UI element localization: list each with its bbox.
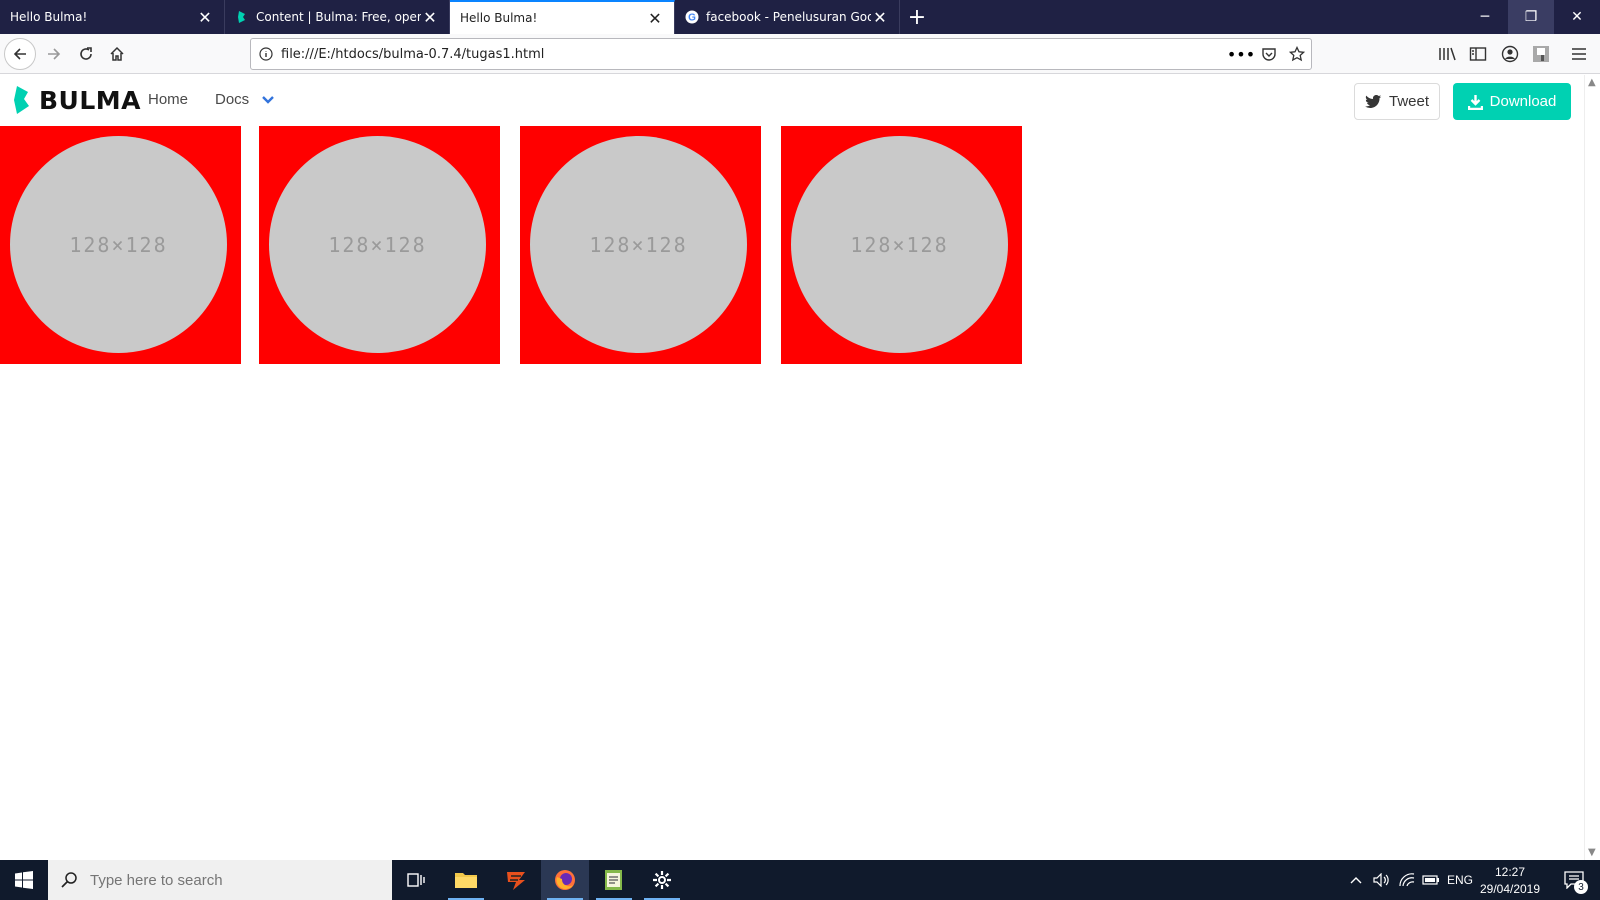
taskbar-search[interactable] xyxy=(48,860,392,900)
taskbar-firefox[interactable] xyxy=(541,860,589,900)
task-view-icon xyxy=(407,873,425,887)
tweet-button[interactable]: Tweet xyxy=(1354,83,1440,120)
close-tab-icon[interactable]: ✕ xyxy=(871,8,889,27)
chevron-up-icon xyxy=(1350,877,1362,884)
windows-logo-icon xyxy=(15,871,33,889)
brand-logo[interactable]: BULMA xyxy=(11,85,141,115)
bulma-logo-icon xyxy=(14,86,29,114)
nav-docs-dropdown[interactable]: Docs xyxy=(215,91,275,108)
tab-title: Hello Bulma! xyxy=(10,10,88,24)
image-tile: 128×128 xyxy=(259,126,500,364)
image-tile: 128×128 xyxy=(0,126,241,364)
start-button[interactable] xyxy=(0,860,48,900)
download-button[interactable]: Download xyxy=(1453,83,1571,120)
home-button[interactable] xyxy=(101,38,133,70)
close-window-icon[interactable]: ✕ xyxy=(1554,0,1600,34)
svg-text:G: G xyxy=(688,13,696,24)
reload-icon xyxy=(80,47,92,60)
scroll-down-icon[interactable]: ▼ xyxy=(1588,847,1596,858)
vertical-scrollbar[interactable]: ▲ ▼ xyxy=(1584,75,1600,860)
app-logo-icon xyxy=(507,872,525,890)
reload-button[interactable] xyxy=(70,38,102,70)
restore-icon[interactable]: ❐ xyxy=(1508,0,1554,34)
minimize-icon[interactable]: ─ xyxy=(1462,0,1508,34)
taskbar-app[interactable] xyxy=(492,860,540,900)
new-tab-button[interactable]: + xyxy=(900,0,934,34)
arrow-right-icon xyxy=(48,48,61,60)
bookmark-star-icon[interactable] xyxy=(1283,46,1311,62)
pocket-icon[interactable] xyxy=(1255,46,1283,62)
home-icon xyxy=(110,46,124,61)
taskbar-clock[interactable]: 12:27 29/04/2019 xyxy=(1470,864,1550,898)
browser-tab-active[interactable]: Hello Bulma! ✕ xyxy=(450,0,675,34)
extension-icon[interactable] xyxy=(1530,43,1552,65)
folder-icon xyxy=(455,873,477,888)
nav-docs-label: Docs xyxy=(215,91,250,108)
search-icon xyxy=(61,872,77,888)
wifi-icon[interactable] xyxy=(1395,860,1419,900)
windows-taskbar: ENG 12:27 29/04/2019 3 xyxy=(0,860,1600,900)
browser-tab-strip: Hello Bulma! ✕ Content | Bulma: Free, op… xyxy=(0,0,1600,34)
brand-text: BULMA xyxy=(39,85,142,115)
browser-tab[interactable]: G facebook - Penelusuran Google ✕ xyxy=(675,0,900,34)
placeholder-image: 128×128 xyxy=(791,136,1008,353)
image-tile: 128×128 xyxy=(520,126,761,364)
address-bar[interactable]: ••• xyxy=(250,38,1312,70)
library-icon[interactable] xyxy=(1436,43,1458,65)
battery-icon[interactable] xyxy=(1419,860,1443,900)
url-input[interactable] xyxy=(281,46,1227,62)
browser-tab[interactable]: Hello Bulma! ✕ xyxy=(0,0,225,34)
twitter-icon xyxy=(1365,94,1382,108)
taskbar-file-explorer[interactable] xyxy=(442,860,490,900)
arrow-left-icon xyxy=(13,48,26,60)
volume-icon[interactable] xyxy=(1369,860,1393,900)
bulma-navbar: BULMA Home Docs Tweet Download xyxy=(0,75,1584,127)
sidebar-icon[interactable] xyxy=(1467,43,1489,65)
forward-button[interactable] xyxy=(38,38,70,70)
nav-home-link[interactable]: Home xyxy=(148,91,188,108)
browser-toolbar: ••• xyxy=(0,34,1600,74)
clock-time: 12:27 xyxy=(1494,865,1526,879)
menu-icon[interactable] xyxy=(1568,43,1590,65)
tweet-label: Tweet xyxy=(1388,93,1430,110)
notepad-icon xyxy=(605,870,622,890)
browser-tab[interactable]: Content | Bulma: Free, open source ✕ xyxy=(225,0,450,34)
close-tab-icon[interactable]: ✕ xyxy=(421,8,439,27)
account-icon[interactable] xyxy=(1499,43,1521,65)
scroll-up-icon[interactable]: ▲ xyxy=(1588,77,1596,88)
page-content: BULMA Home Docs Tweet Download 128×128 1… xyxy=(0,75,1584,860)
firefox-icon xyxy=(555,870,575,890)
show-hidden-icons[interactable] xyxy=(1345,860,1367,900)
tab-title: Content | Bulma: Free, open source xyxy=(256,10,421,24)
close-tab-icon[interactable]: ✕ xyxy=(646,9,664,28)
download-label: Download xyxy=(1489,93,1557,110)
placeholder-image: 128×128 xyxy=(269,136,486,353)
download-icon xyxy=(1467,94,1483,110)
tab-title: facebook - Penelusuran Google xyxy=(706,10,871,24)
placeholder-image: 128×128 xyxy=(10,136,227,353)
image-tile: 128×128 xyxy=(781,126,1022,364)
bulma-icon xyxy=(238,11,245,23)
page-actions-icon[interactable]: ••• xyxy=(1227,45,1255,64)
notification-count-badge: 3 xyxy=(1574,880,1588,894)
clock-date: 29/04/2019 xyxy=(1479,882,1541,896)
tab-title: Hello Bulma! xyxy=(460,11,538,25)
chevron-down-icon xyxy=(262,95,275,104)
placeholder-image: 128×128 xyxy=(530,136,747,353)
close-tab-icon[interactable]: ✕ xyxy=(196,8,214,27)
taskbar-settings[interactable] xyxy=(638,860,686,900)
info-icon[interactable] xyxy=(251,47,281,61)
taskbar-search-input[interactable] xyxy=(90,871,370,889)
taskbar-editor[interactable] xyxy=(590,860,638,900)
google-icon: G xyxy=(685,10,699,24)
action-center-button[interactable]: 3 xyxy=(1556,860,1592,900)
back-button[interactable] xyxy=(4,38,36,70)
gear-icon xyxy=(653,871,671,889)
task-view-button[interactable] xyxy=(392,860,440,900)
